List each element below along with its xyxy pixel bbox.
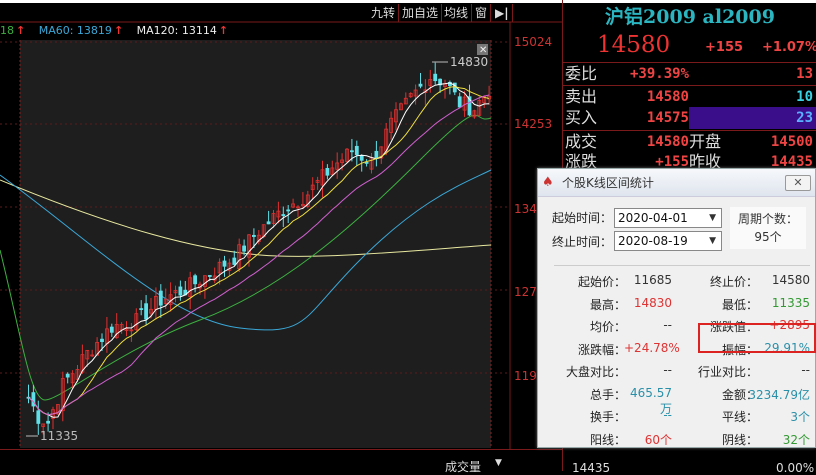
stat-label: 换手： (589, 410, 626, 424)
stat-value: 14580 (771, 273, 810, 287)
end-date-select[interactable]: 2020-08-19 ▼ (614, 231, 722, 251)
contract-title: 沪铝2009 al2009 (605, 6, 775, 28)
stat-label: 大盘对比： (565, 365, 626, 379)
chevron-down-icon: ▼ (709, 236, 716, 246)
candle (158, 290, 163, 306)
candle (349, 150, 354, 153)
stat-label: 均价： (589, 320, 626, 334)
candle (178, 286, 183, 296)
row-ask: 卖出 14580 10 (563, 85, 816, 107)
candle (193, 275, 198, 285)
row-value: +39.39% (629, 66, 689, 82)
end-label: 终止时间： (552, 235, 613, 249)
stat-value: +24.78% (624, 340, 680, 355)
candle (65, 373, 70, 378)
stat-label: 最高： (589, 297, 626, 312)
row-bid: 买入 14575 23 (563, 107, 816, 129)
stat-label: 涨跌幅： (577, 342, 626, 357)
low-label: 11335 (40, 429, 78, 443)
row-label2: 开盘 (689, 132, 722, 151)
candle (364, 161, 369, 164)
range-stats-dialog: ♠ 个股K线区间统计 ✕ 起始时间： 2020-04-01 ▼ 终止时间： 202… (537, 168, 816, 448)
stat-value: 60个 (644, 432, 672, 447)
candle (251, 234, 256, 237)
indicator-select[interactable]: 成交量 (445, 458, 481, 475)
stat-label: 总手： (589, 387, 626, 402)
stat-label: 阳线： (589, 432, 626, 447)
row-value2: 23 (796, 110, 813, 126)
candle (109, 326, 114, 333)
period-count-box: 周期个数： 95个 (730, 207, 806, 249)
high-label: 14830 (450, 55, 488, 69)
candle (207, 275, 212, 277)
candle (232, 257, 237, 265)
stat-value: 32个 (782, 432, 810, 447)
y-label: 15024 (514, 35, 553, 49)
row-value: 14580 (646, 89, 689, 105)
candle (433, 73, 438, 82)
row-value2: 14500 (770, 134, 813, 150)
chevron-down-icon: ▼ (709, 213, 716, 223)
row-value2: 10 (796, 89, 813, 105)
candle (242, 245, 247, 252)
candle (457, 96, 462, 108)
candle (266, 221, 271, 225)
last-price: 14580 (597, 32, 671, 58)
divider (554, 265, 810, 266)
stat-value: 3个 (790, 410, 810, 424)
candle (286, 209, 291, 212)
stat-value: 14830 (633, 295, 672, 310)
close-button[interactable]: ✕ (785, 175, 811, 191)
dialog-title: 个股K线区间统计 (562, 176, 654, 190)
row-value: 14575 (646, 110, 689, 126)
candle (144, 303, 149, 320)
stat-label: 起始价： (577, 275, 626, 289)
dropdown-icon[interactable]: ▼ (495, 458, 502, 468)
start-label: 起始时间： (552, 211, 613, 225)
stat-value: 11685 (633, 273, 672, 287)
row-label: 委比 (565, 64, 598, 83)
start-date-select[interactable]: 2020-04-01 ▼ (614, 208, 722, 228)
row-label: 成交 (565, 132, 598, 151)
bottom-bar: 成交量 ▼ (0, 449, 562, 474)
row-value: 14580 (646, 134, 689, 150)
candle (354, 145, 359, 156)
candle (222, 260, 227, 267)
candle (325, 167, 330, 176)
row-trade: 成交 14580 开盘 14500 (563, 130, 816, 152)
end-date-value: 2020-08-19 (618, 234, 688, 248)
candle (418, 83, 423, 87)
app-icon: ♠ (542, 175, 554, 190)
row-label: 买入 (565, 108, 598, 127)
kline-chart[interactable]: ✕ 14830 11335 ◂▸ ◂▸ (0, 0, 562, 449)
stat-value: 3234.79亿 (748, 387, 810, 402)
period-value: 95个 (754, 230, 782, 244)
row-weibi: 委比 +39.39% 13 (563, 62, 816, 84)
dialog-titlebar[interactable]: ♠ 个股K线区间统计 ✕ (538, 169, 815, 197)
stat-value: -- (663, 318, 672, 332)
candle (36, 410, 41, 424)
candle (374, 150, 379, 159)
stat-value: -- (663, 408, 672, 422)
highlight-box (698, 323, 816, 353)
row-value2: 13 (796, 66, 813, 82)
candle (100, 338, 104, 343)
start-date-value: 2020-04-01 (618, 211, 688, 225)
candle (139, 308, 144, 310)
row-label: 卖出 (565, 87, 598, 106)
stat-value: -- (663, 363, 672, 377)
price-change: +155 (705, 40, 744, 55)
y-label: 14253 (514, 117, 553, 131)
candle (281, 214, 286, 217)
stat-value: -- (801, 363, 810, 377)
candle (359, 154, 364, 161)
period-label: 周期个数： (737, 212, 798, 226)
stat-value: 11335 (771, 295, 810, 310)
candle (46, 420, 50, 424)
price-change-pct: +1.07% (762, 40, 816, 55)
